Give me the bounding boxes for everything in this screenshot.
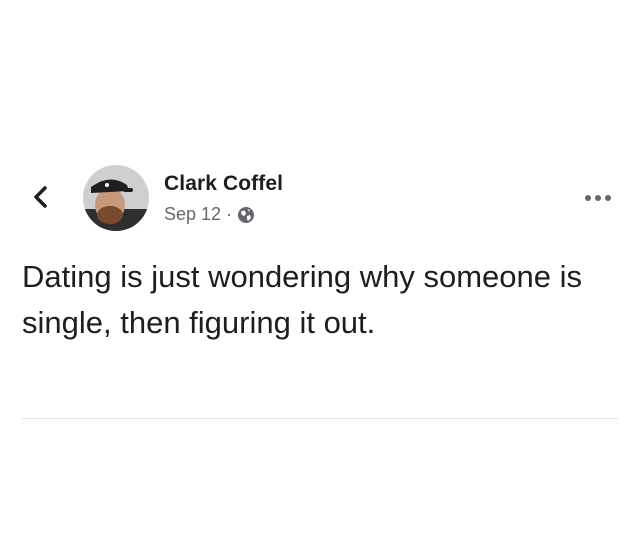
globe-icon[interactable] [237, 206, 255, 224]
more-options-button[interactable] [580, 186, 616, 210]
chevron-left-icon [34, 186, 47, 208]
post-meta: Sep 12 · [164, 204, 255, 225]
meta-separator: · [226, 204, 233, 224]
post-date[interactable]: Sep 12 [164, 204, 221, 225]
divider [22, 418, 618, 419]
back-button[interactable] [26, 182, 56, 212]
post-text: Dating is just wondering why someone is … [22, 259, 582, 340]
more-horizontal-icon [585, 195, 611, 201]
avatar[interactable] [83, 165, 149, 231]
author-name[interactable]: Clark Coffel [164, 172, 283, 196]
avatar-photo [83, 165, 149, 231]
